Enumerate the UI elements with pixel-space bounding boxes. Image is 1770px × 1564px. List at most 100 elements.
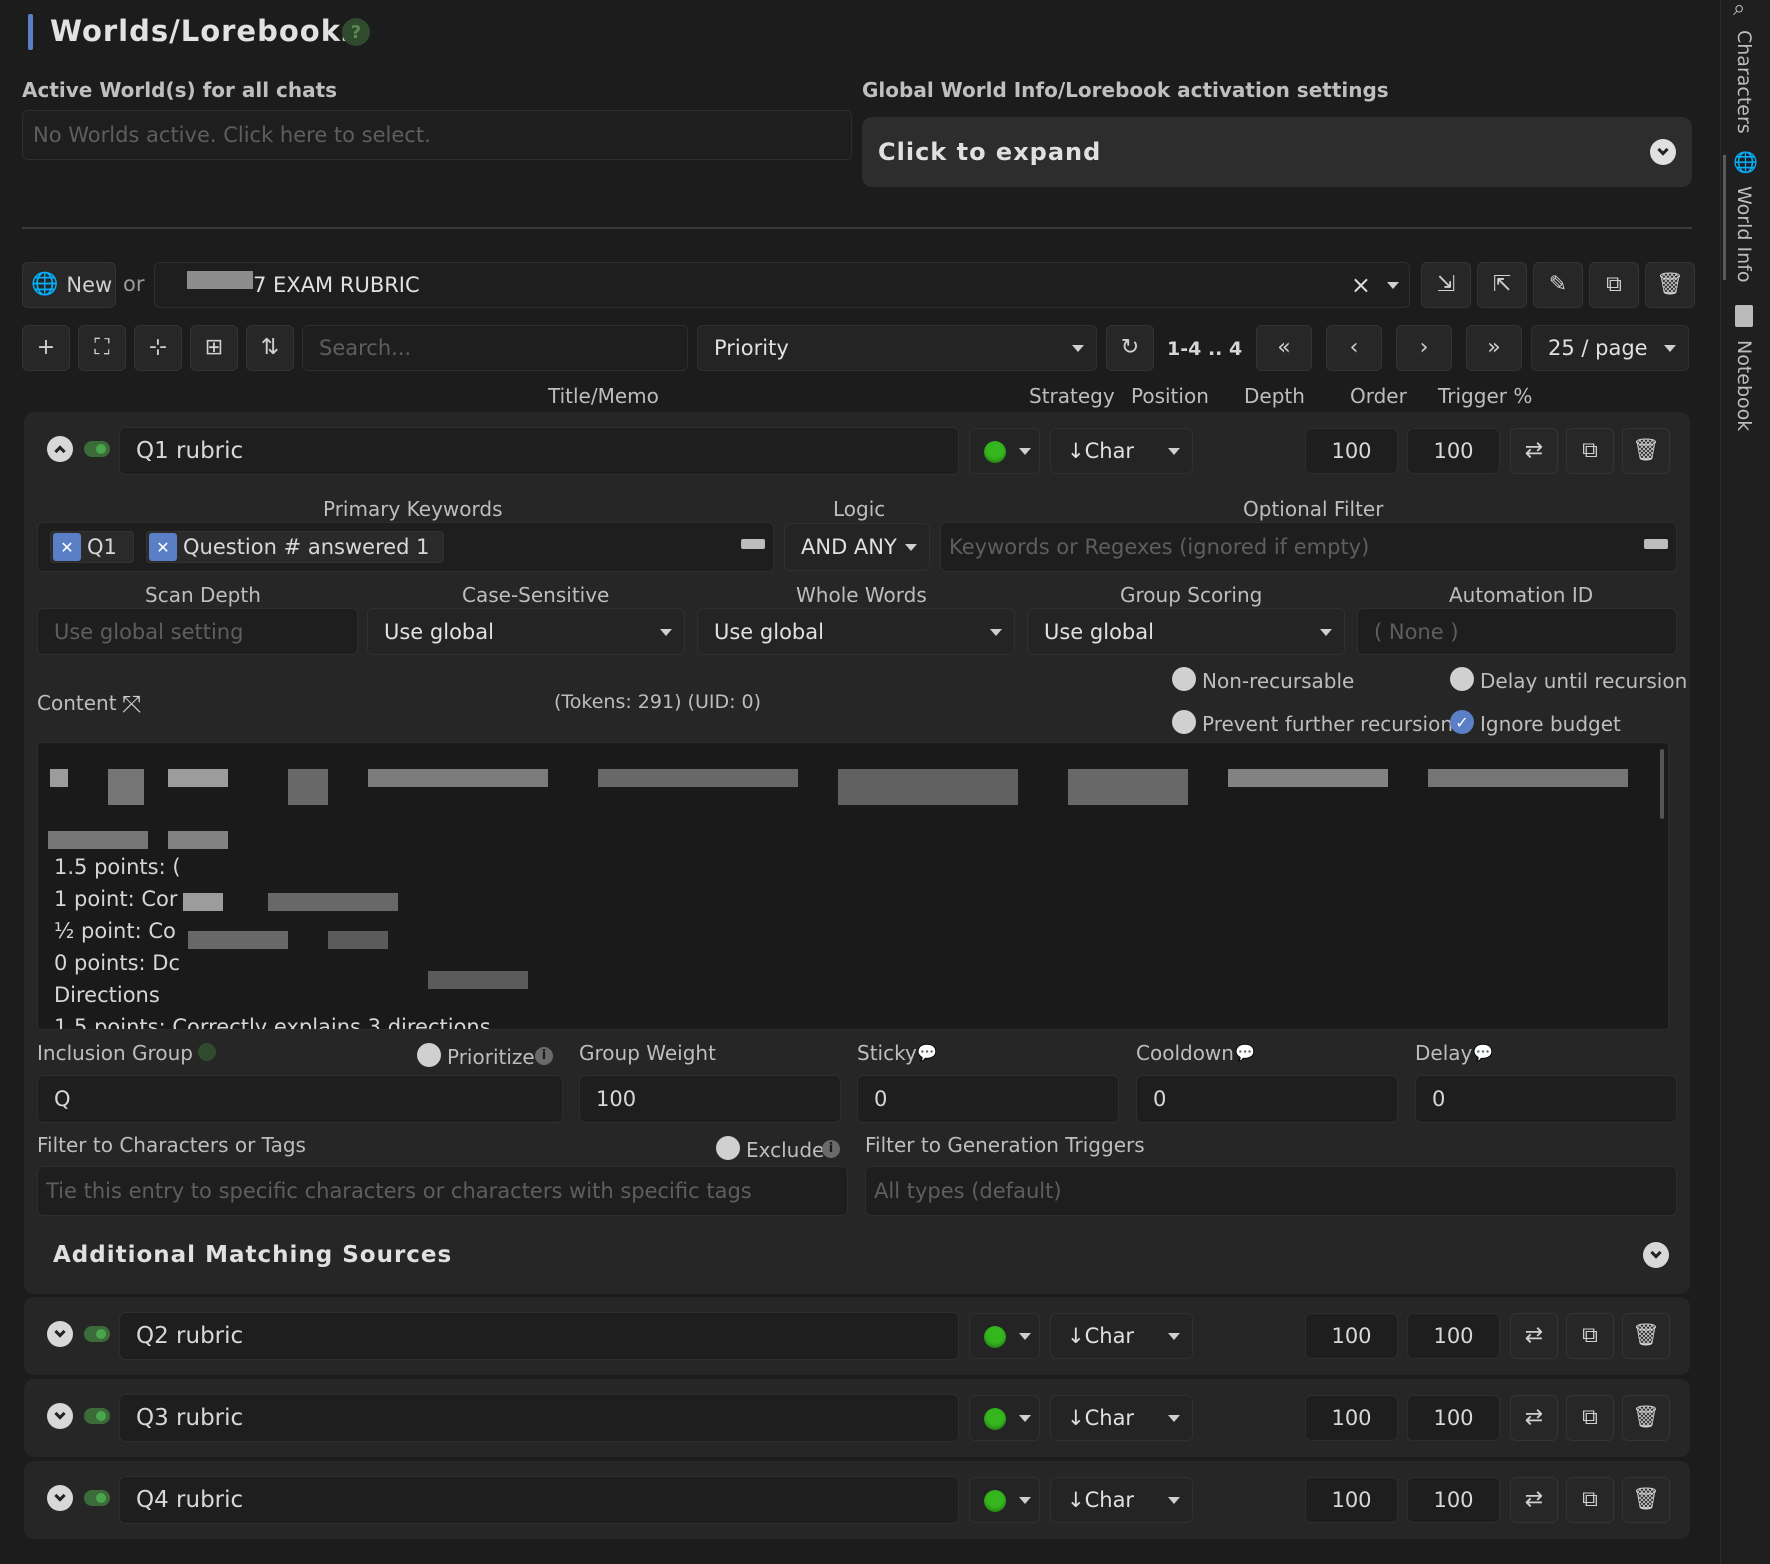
entry-enable-toggle[interactable] — [84, 1490, 110, 1506]
sort-select[interactable]: Priority — [697, 325, 1097, 371]
prevent-recursion-checkbox[interactable] — [1172, 710, 1196, 734]
strategy-select[interactable] — [969, 1395, 1040, 1441]
prioritize-checkbox[interactable] — [417, 1043, 441, 1067]
expand-entry-icon[interactable] — [47, 1403, 73, 1429]
refresh-button[interactable]: ↻ — [1106, 325, 1154, 371]
move-entry-button[interactable]: ⇄ — [1510, 1395, 1558, 1441]
last-page-button[interactable]: » — [1466, 325, 1522, 371]
exclude-checkbox[interactable] — [716, 1136, 740, 1160]
export-button[interactable]: ⇱ — [1477, 262, 1527, 308]
delay-until-recursion-checkbox[interactable] — [1450, 667, 1474, 691]
expand-editor-icon[interactable]: ⤧ — [122, 690, 141, 718]
filter-mode-icon[interactable] — [1644, 539, 1668, 549]
delete-entry-button[interactable]: 🗑 — [1622, 1313, 1670, 1359]
filter-triggers-input[interactable]: All types (default) — [865, 1166, 1677, 1216]
tab-world-info[interactable]: World Info — [1733, 186, 1755, 282]
strategy-select[interactable] — [969, 1477, 1040, 1523]
optional-filter-input[interactable]: Keywords or Regexes (ignored if empty) — [940, 522, 1677, 572]
remove-keyword-icon[interactable]: ✕ — [149, 533, 177, 561]
position-select[interactable]: ↓Char — [1050, 1395, 1193, 1441]
delete-entry-button[interactable]: 🗑 — [1622, 1395, 1670, 1441]
entry-title-input[interactable]: Q4 rubric — [119, 1476, 959, 1524]
scrollbar[interactable] — [1660, 749, 1664, 819]
ignore-budget-checkbox[interactable]: ✓ — [1450, 710, 1474, 734]
order-input[interactable]: 100 — [1305, 428, 1398, 474]
book-selector[interactable]: 7 EXAM RUBRIC × — [154, 262, 1410, 308]
tab-characters[interactable]: Characters — [1733, 30, 1755, 134]
entry-title-input[interactable]: Q3 rubric — [119, 1394, 959, 1442]
expand-entry-icon[interactable] — [47, 1321, 73, 1347]
search-icon[interactable]: ⌕ — [1733, 0, 1745, 21]
group-weight-input[interactable]: 100 — [579, 1075, 841, 1123]
primary-keywords-input[interactable]: ✕ Q1 ✕ Question # answered 1 — [37, 522, 774, 572]
content-textarea[interactable]: 1.5 points: ( 1 point: Cor ½ point: Co 0… — [37, 742, 1669, 1030]
collapse-all-button[interactable]: ⊹ — [134, 325, 182, 371]
entry-enable-toggle[interactable] — [84, 441, 110, 457]
cooldown-input[interactable]: 0 — [1136, 1075, 1398, 1123]
trigger-input[interactable]: 100 — [1407, 428, 1500, 474]
additional-sources-header[interactable]: Additional Matching Sources — [37, 1238, 1677, 1278]
add-entry-button[interactable]: + — [22, 325, 70, 371]
position-select[interactable]: ↓Char — [1050, 1313, 1193, 1359]
active-worlds-select[interactable]: No Worlds active. Click here to select. — [22, 110, 852, 160]
case-sensitive-select[interactable]: Use global — [367, 608, 685, 655]
entry-enable-toggle[interactable] — [84, 1408, 110, 1424]
non-recursable-checkbox[interactable] — [1172, 667, 1196, 691]
keywords-mode-icon[interactable] — [741, 539, 765, 549]
help-icon[interactable]: ? — [342, 18, 370, 46]
position-select[interactable]: ↓Char — [1050, 1477, 1193, 1523]
prev-page-button[interactable]: ‹ — [1326, 325, 1382, 371]
duplicate-book-button[interactable]: ⧉ — [1589, 262, 1639, 308]
duplicate-entry-button[interactable]: ⧉ — [1566, 428, 1614, 474]
global-settings-expander[interactable]: Click to expand — [862, 117, 1692, 187]
sticky-input[interactable]: 0 — [857, 1075, 1119, 1123]
book-dropdown-caret[interactable] — [1387, 282, 1399, 289]
trigger-input[interactable]: 100 — [1407, 1395, 1500, 1441]
move-entry-button[interactable]: ⇄ — [1510, 1313, 1558, 1359]
sort-order-button[interactable]: ⇅ — [246, 325, 294, 371]
position-select[interactable]: ↓Char — [1050, 428, 1193, 474]
move-entry-button[interactable]: ⇄ — [1510, 1477, 1558, 1523]
filter-chars-input[interactable]: Tie this entry to specific characters or… — [37, 1166, 848, 1216]
group-scoring-select[interactable]: Use global — [1027, 608, 1345, 655]
duplicate-entry-button[interactable]: ⧉ — [1566, 1313, 1614, 1359]
scan-depth-input[interactable]: Use global setting — [37, 608, 358, 655]
duplicate-entry-button[interactable]: ⧉ — [1566, 1477, 1614, 1523]
order-input[interactable]: 100 — [1305, 1395, 1398, 1441]
search-input[interactable]: Search... — [302, 325, 688, 371]
delete-entry-button[interactable]: 🗑 — [1622, 1477, 1670, 1523]
entry-enable-toggle[interactable] — [84, 1326, 110, 1342]
order-input[interactable]: 100 — [1305, 1477, 1398, 1523]
order-input[interactable]: 100 — [1305, 1313, 1398, 1359]
redacted-block — [108, 769, 144, 805]
duplicate-entry-button[interactable]: ⧉ — [1566, 1395, 1614, 1441]
entry-title-input[interactable]: Q1 rubric — [119, 427, 959, 475]
entry-title-input[interactable]: Q2 rubric — [119, 1312, 959, 1360]
expand-all-button[interactable]: ⛶ — [78, 325, 126, 371]
delete-entry-button[interactable]: 🗑 — [1622, 428, 1670, 474]
automation-id-input[interactable]: ( None ) — [1357, 608, 1677, 655]
tab-notebook[interactable]: Notebook — [1733, 340, 1755, 431]
inclusion-group-input[interactable]: Q — [37, 1075, 563, 1123]
remove-keyword-icon[interactable]: ✕ — [53, 533, 81, 561]
delete-book-button[interactable]: 🗑 — [1645, 262, 1695, 308]
clear-icon[interactable]: × — [1351, 271, 1371, 299]
inclusion-help-icon[interactable] — [198, 1043, 216, 1061]
strategy-select[interactable] — [969, 428, 1040, 474]
new-book-button[interactable]: 🌐 New — [22, 262, 116, 308]
collapse-entry-icon[interactable] — [47, 436, 73, 462]
per-page-select[interactable]: 25 / page — [1531, 325, 1689, 371]
delay-input[interactable]: 0 — [1415, 1075, 1677, 1123]
import-button[interactable]: ⇲ — [1421, 262, 1471, 308]
rename-button[interactable]: ✎ — [1533, 262, 1583, 308]
fill-memos-button[interactable]: ⊞ — [190, 325, 238, 371]
whole-words-select[interactable]: Use global — [697, 608, 1015, 655]
logic-select[interactable]: AND ANY — [784, 523, 930, 571]
next-page-button[interactable]: › — [1396, 325, 1452, 371]
first-page-button[interactable]: « — [1256, 325, 1312, 371]
move-entry-button[interactable]: ⇄ — [1510, 428, 1558, 474]
trigger-input[interactable]: 100 — [1407, 1313, 1500, 1359]
trigger-input[interactable]: 100 — [1407, 1477, 1500, 1523]
expand-entry-icon[interactable] — [47, 1485, 73, 1511]
strategy-select[interactable] — [969, 1313, 1040, 1359]
